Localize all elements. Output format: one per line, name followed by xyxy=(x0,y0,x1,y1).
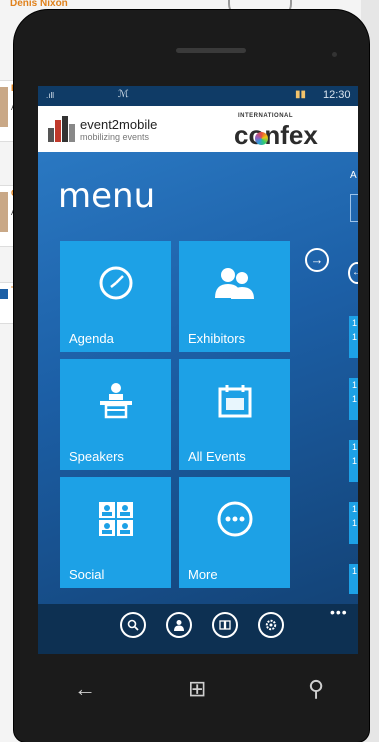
tile-label: Speakers xyxy=(69,449,124,464)
hardware-nav-bar: ← ⊞ ⚲ xyxy=(38,654,358,724)
brand-header: event2mobile mobilizing events INTERNATI… xyxy=(38,106,358,152)
tile-exhibitors[interactable]: Exhibitors xyxy=(179,241,290,352)
wifi-icon: ℳ xyxy=(118,89,129,100)
list-item[interactable]: 1 xyxy=(349,564,358,594)
phone-screen: .ıll ℳ ▮▮ 12:30 event2mobile mobilizing … xyxy=(38,86,358,654)
tile-label: Agenda xyxy=(69,331,114,346)
tile-all-events[interactable]: All Events xyxy=(179,359,290,470)
background-card-thumb xyxy=(0,192,8,232)
list-item[interactable]: 11 xyxy=(349,502,358,544)
calendar-icon xyxy=(218,385,251,418)
book-icon[interactable] xyxy=(212,612,238,638)
background-card-thumb xyxy=(0,289,8,299)
back-icon[interactable]: ← xyxy=(74,676,96,702)
search-nav-icon[interactable]: ⚲ xyxy=(308,676,324,702)
phone-speaker xyxy=(176,48,246,53)
tile-label: More xyxy=(188,567,218,582)
tile-label: All Events xyxy=(188,449,246,464)
list-item[interactable]: 11 xyxy=(349,378,358,420)
menu-title: menu xyxy=(58,176,156,216)
phone-camera xyxy=(332,52,337,57)
menu-panel: menu → A ← 11 11 11 11 1 Agenda Exhibito… xyxy=(38,152,358,654)
tile-more[interactable]: More xyxy=(179,477,290,588)
back-arrow-button[interactable]: ← xyxy=(348,262,358,284)
background-card-thumb xyxy=(0,87,8,127)
grid-people-icon xyxy=(98,502,133,536)
background-header-name: Denis Nixon xyxy=(10,0,68,9)
tile-agenda[interactable]: Agenda xyxy=(60,241,171,352)
next-panel-input[interactable] xyxy=(350,194,358,222)
search-icon[interactable] xyxy=(120,612,146,638)
next-arrow-button[interactable]: → xyxy=(305,248,329,272)
clock-icon xyxy=(99,266,132,300)
more-icon xyxy=(217,501,252,537)
app-tagline: mobilizing events xyxy=(80,132,150,142)
tile-speakers[interactable]: Speakers xyxy=(60,359,171,470)
event2mobile-logo-icon xyxy=(48,114,75,142)
windows-start-icon[interactable]: ⊞ xyxy=(188,676,206,702)
signal-icon: .ıll xyxy=(46,91,54,100)
confex-color-dot-icon xyxy=(255,132,268,145)
tile-label: Exhibitors xyxy=(188,331,246,346)
podium-icon xyxy=(99,383,132,419)
event-prefix: INTERNATIONAL xyxy=(238,113,294,119)
people-icon xyxy=(214,268,254,299)
event-logo-text: confex xyxy=(234,120,318,150)
app-bar: ••• xyxy=(38,604,358,654)
list-item[interactable]: 11 xyxy=(349,316,358,358)
list-item[interactable]: 11 xyxy=(349,440,358,482)
settings-icon[interactable] xyxy=(258,612,284,638)
next-panel-label: A xyxy=(350,170,357,181)
app-name: event2mobile xyxy=(80,117,158,132)
status-time: 12:30 xyxy=(323,89,351,101)
person-icon[interactable] xyxy=(166,612,192,638)
tile-social[interactable]: Social xyxy=(60,477,171,588)
status-bar: .ıll ℳ ▮▮ 12:30 xyxy=(38,86,358,106)
app-bar-more-button[interactable]: ••• xyxy=(330,604,348,620)
battery-icon: ▮▮ xyxy=(295,89,307,100)
tile-label: Social xyxy=(69,567,105,582)
